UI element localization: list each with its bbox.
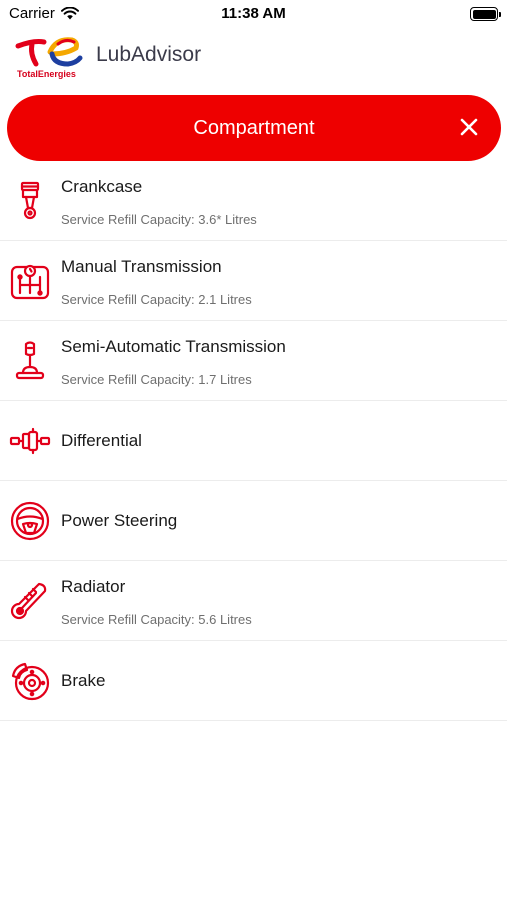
item-name: Semi-Automatic Transmission: [61, 337, 286, 356]
totalenergies-logo-icon: [15, 37, 83, 67]
list-item-brake[interactable]: Brake: [0, 641, 507, 721]
differential-icon: [9, 427, 51, 455]
app-title: LubAdvisor: [96, 43, 202, 66]
item-capacity: Service Refill Capacity: 5.6 Litres: [61, 612, 252, 627]
manual-gearbox-icon: [10, 264, 50, 300]
compartment-list: Crankcase Service Refill Capacity: 3.6* …: [0, 161, 507, 721]
close-button[interactable]: [457, 115, 481, 139]
item-capacity: Service Refill Capacity: 3.6* Litres: [61, 212, 257, 227]
item-name: Differential: [61, 431, 142, 450]
item-name: Crankcase: [61, 177, 143, 196]
battery-icon: [470, 7, 501, 21]
item-capacity: Service Refill Capacity: 2.1 Litres: [61, 292, 252, 307]
compartment-bar: Compartment: [7, 95, 501, 161]
steering-wheel-icon: [10, 501, 50, 541]
list-item-differential[interactable]: Differential: [0, 401, 507, 481]
item-capacity: Service Refill Capacity: 1.7 Litres: [61, 372, 252, 387]
status-time: 11:38 AM: [221, 5, 286, 22]
compartment-title: Compartment: [193, 116, 315, 139]
thermometer-icon: [10, 582, 47, 620]
list-item-semi-automatic-transmission[interactable]: Semi-Automatic Transmission Service Refi…: [0, 321, 507, 401]
app-header: TotalEnergies LubAdvisor: [0, 28, 507, 90]
item-name: Radiator: [61, 577, 126, 596]
item-name: Power Steering: [61, 511, 178, 530]
brake-disc-icon: [11, 662, 50, 701]
list-item-power-steering[interactable]: Power Steering: [0, 481, 507, 561]
gear-lever-icon: [15, 341, 45, 380]
brand-wordmark: TotalEnergies: [17, 69, 76, 79]
piston-icon: [20, 181, 40, 220]
close-icon: [460, 118, 478, 136]
list-item-radiator[interactable]: Radiator Service Refill Capacity: 5.6 Li…: [0, 561, 507, 641]
list-item-manual-transmission[interactable]: Manual Transmission Service Refill Capac…: [0, 241, 507, 321]
list-item-crankcase[interactable]: Crankcase Service Refill Capacity: 3.6* …: [0, 161, 507, 241]
item-name: Brake: [61, 671, 106, 690]
item-name: Manual Transmission: [61, 257, 222, 276]
status-bar: Carrier 11:38 AM: [0, 0, 507, 28]
